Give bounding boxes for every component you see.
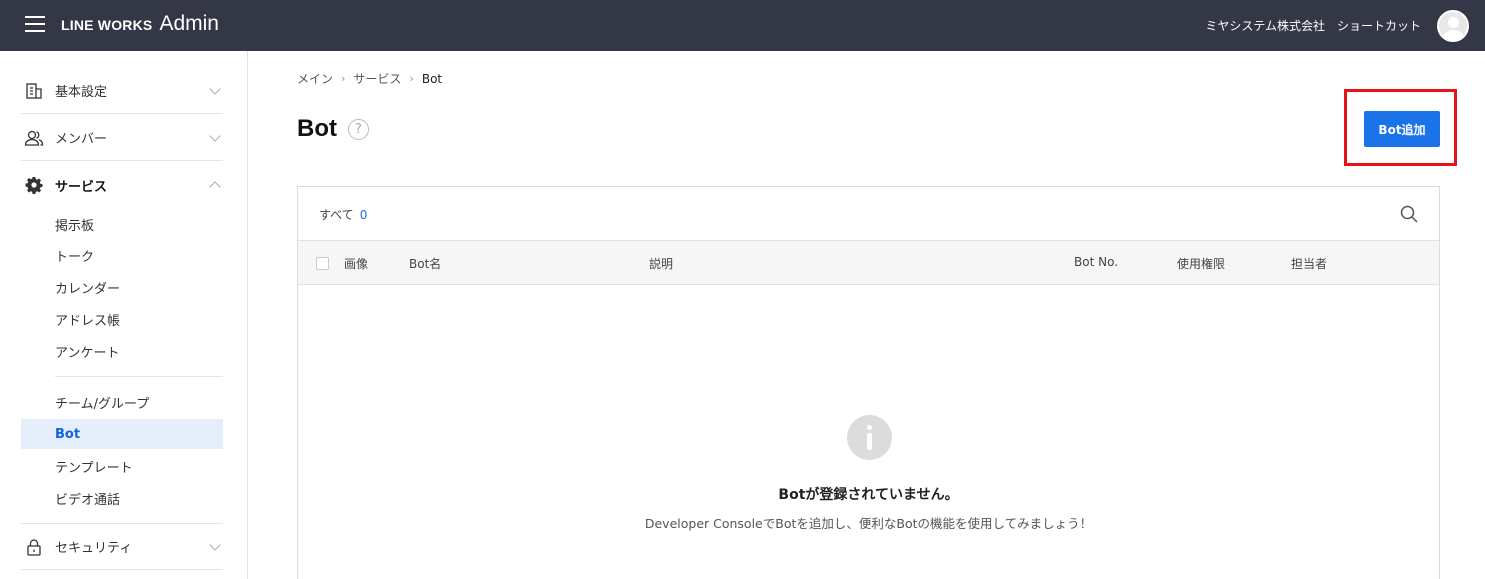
brand-logo[interactable]: LINE WORKS Admin xyxy=(61,12,219,38)
breadcrumb-item-current: Bot xyxy=(421,71,443,86)
empty-state-description: Developer ConsoleでBotを追加し、便利なBotの機能を使用して… xyxy=(644,516,1093,531)
column-header-bot-no: Bot No. xyxy=(1074,255,1119,269)
company-name: ミヤシステム株式会社 xyxy=(1205,19,1325,33)
info-icon xyxy=(847,415,892,460)
page-title: Bot xyxy=(297,115,337,142)
sidebar-item-video-call[interactable]: ビデオ通話 xyxy=(21,483,223,513)
sidebar-group-label: セキュリティ xyxy=(55,541,133,556)
breadcrumb-item-services[interactable]: サービス xyxy=(353,70,401,87)
chevron-down-icon xyxy=(209,538,221,551)
help-icon[interactable]: ? xyxy=(348,119,369,140)
add-bot-button[interactable]: Bot追加 xyxy=(1364,111,1440,147)
chevron-right-icon: › xyxy=(409,72,414,85)
sidebar-group-label: 基本設定 xyxy=(55,85,108,100)
brand-sub: Admin xyxy=(159,12,219,35)
sidebar-group-members[interactable]: メンバー xyxy=(21,115,223,161)
sidebar-item-team-group[interactable]: チーム/グループ xyxy=(21,387,223,417)
building-icon xyxy=(24,81,44,101)
column-header-bot-name: Bot名 xyxy=(409,257,442,271)
sidebar-group-label: サービス xyxy=(55,179,108,195)
table-header: 画像 Bot名 説明 Bot No. 使用権限 担当者 xyxy=(298,241,1439,285)
sidebar-item-template[interactable]: テンプレート xyxy=(21,451,223,481)
filter-all[interactable]: すべて 0 xyxy=(319,206,367,223)
sidebar-item-address-book[interactable]: アドレス帳 xyxy=(21,304,223,334)
empty-state-title: Botが登録されていません。 xyxy=(778,487,959,503)
sidebar-divider xyxy=(55,376,223,377)
column-header-description: 説明 xyxy=(649,257,674,271)
brand-main: LINE WORKS xyxy=(61,17,153,33)
bot-list-panel: すべて 0 画像 Bot名 説明 Bot No. 使用権限 担当者 Botが登録さ… xyxy=(297,186,1440,579)
breadcrumb: メイン › サービス › Bot xyxy=(297,70,442,87)
filter-count: 0 xyxy=(359,208,368,222)
column-header-manager: 担当者 xyxy=(1291,257,1328,271)
sidebar-item-talk[interactable]: トーク xyxy=(21,240,223,270)
panel-header: すべて 0 xyxy=(298,187,1439,241)
shortcut-menu[interactable]: ショートカット xyxy=(1337,17,1421,34)
sidebar-item-survey[interactable]: アンケート xyxy=(21,336,223,366)
user-avatar[interactable] xyxy=(1437,9,1469,42)
chevron-down-icon xyxy=(209,82,221,95)
sidebar-item-bot[interactable]: Bot xyxy=(21,419,223,449)
search-icon[interactable] xyxy=(1399,204,1419,224)
sidebar-group-security[interactable]: セキュリティ xyxy=(21,524,223,570)
lock-icon xyxy=(24,537,44,557)
column-header-permission: 使用権限 xyxy=(1177,257,1226,271)
hamburger-menu-icon[interactable] xyxy=(25,16,45,34)
chevron-right-icon: › xyxy=(341,72,346,85)
top-bar: LINE WORKS Admin ミヤシステム株式会社 ショートカット xyxy=(0,0,1485,51)
sidebar: 基本設定 メンバー サービス 掲示板 トーク カレンダー アドレス帳 アンケート… xyxy=(0,51,248,579)
sidebar-group-basic-settings[interactable]: 基本設定 xyxy=(21,68,223,114)
gear-icon xyxy=(24,175,44,195)
sidebar-item-calendar[interactable]: カレンダー xyxy=(21,272,223,302)
filter-label: すべて xyxy=(319,208,354,222)
chevron-down-icon xyxy=(209,129,221,142)
breadcrumb-item-main[interactable]: メイン xyxy=(297,70,333,87)
chevron-up-icon xyxy=(209,181,221,193)
column-header-image: 画像 xyxy=(344,257,369,271)
sidebar-group-label: メンバー xyxy=(55,132,108,147)
sidebar-group-services[interactable]: サービス xyxy=(21,162,223,208)
sidebar-item-bulletin-board[interactable]: 掲示板 xyxy=(21,209,223,239)
select-all-checkbox[interactable] xyxy=(316,257,329,270)
members-icon xyxy=(24,128,44,148)
